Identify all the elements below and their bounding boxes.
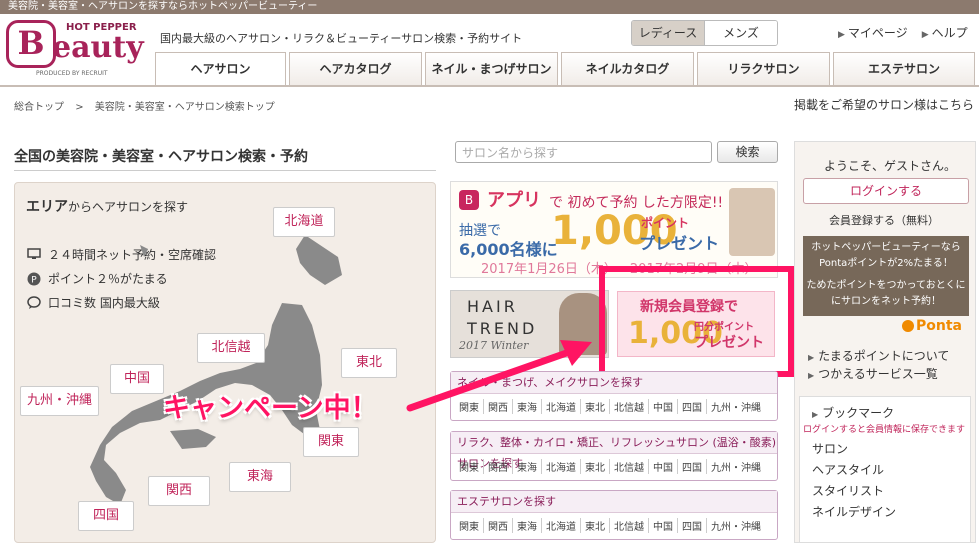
promo-photo (729, 188, 775, 256)
region-link[interactable]: 関東 (455, 518, 483, 533)
region-link[interactable]: 四国 (677, 399, 706, 414)
relax-search-box: リラク、整体・カイロ・矯正、リフレッシュサロン (温浴・酸素) サロンを探す 関… (450, 431, 778, 481)
region-link[interactable]: 中国 (648, 399, 677, 414)
bookmark-stylist-link[interactable]: スタイリスト (812, 482, 884, 499)
region-link[interactable]: 北信越 (609, 459, 648, 474)
hair-trend-l1: HAIR (467, 297, 518, 316)
page-title: 全国の美容院・美容室・ヘアサロン検索・予約 (14, 149, 308, 165)
region-kanto[interactable]: 関東 (303, 427, 359, 457)
region-shikoku[interactable]: 四国 (78, 501, 134, 531)
register-link[interactable]: 会員登録する（無料） (829, 212, 939, 228)
app-icon: B (459, 190, 479, 210)
nav-divider (0, 85, 979, 87)
esthe-region-links: 関東 関西 東海 北海道 東北 北信越 中国 四国 九州・沖縄 (451, 513, 777, 538)
region-link[interactable]: 九州・沖縄 (706, 518, 765, 533)
region-hokkaido[interactable]: 北海道 (273, 207, 335, 237)
highlight-frame (599, 266, 794, 377)
esthe-search-box: エステサロンを探す 関東 関西 東海 北海道 東北 北信越 中国 四国 九州・沖縄 (450, 490, 778, 540)
bookmark-hairstyle-link[interactable]: ヘアスタイル (812, 461, 884, 478)
welcome-text: ようこそ、ゲストさん。 (824, 159, 957, 173)
breadcrumb-separator: > (75, 102, 84, 113)
region-link[interactable]: 北信越 (609, 399, 648, 414)
gender-mens-button[interactable]: メンズ (704, 21, 777, 45)
tab-esthe-salon[interactable]: エステサロン (833, 52, 975, 85)
triangle-right-icon: ▶ (808, 353, 815, 362)
app-promo-banner[interactable]: B アプリ で 初めて予約 した方限定!! 抽選で 6,000名様に 1,000… (450, 181, 778, 278)
region-link[interactable]: 東海 (512, 518, 541, 533)
region-link[interactable]: 関西 (483, 518, 512, 533)
promo-present: プレゼント (639, 234, 720, 253)
triangle-right-icon: ▶ (921, 30, 929, 40)
region-link[interactable]: 四国 (677, 518, 706, 533)
breadcrumb: 総合トップ > 美容院・美容室・ヘアサロン検索トップ (14, 98, 275, 113)
ponta-info-box: ホットペッパービューティーなら Pontaポイントが2%たまる！ ためたポイント… (803, 236, 969, 316)
services-list-link[interactable]: ▶ つかえるサービス一覧 (808, 365, 938, 382)
ponta-text: Pontaポイントが2%たまる！ (819, 258, 953, 269)
help-link[interactable]: ▶ ヘルプ (922, 24, 968, 41)
site-tagline: 国内最大級のヘアサロン・リラク＆ビューティーサロン検索・予約サイト (160, 32, 523, 45)
ponta-text: ホットペッパービューティーなら (811, 242, 961, 253)
region-link[interactable]: 北海道 (541, 459, 580, 474)
region-link[interactable]: 四国 (677, 459, 706, 474)
salon-search-input[interactable]: サロン名から探す (455, 141, 712, 163)
promo-people: 6,000名様に (459, 240, 558, 259)
search-button[interactable]: 検索 (717, 141, 778, 163)
gender-ladies-button[interactable]: レディース (632, 21, 704, 45)
region-link[interactable]: 東海 (512, 459, 541, 474)
ponta-logo: Ponta (902, 318, 962, 334)
callout-arrow-icon (406, 340, 592, 412)
site-logo[interactable]: B HOT PEPPER eauty PRODUCED BY RECRUIT (6, 20, 146, 82)
owner-link[interactable]: 掲載をご希望のサロン様はこちら (794, 96, 974, 113)
breadcrumb-home[interactable]: 総合トップ (14, 102, 64, 113)
region-hokushinetsu[interactable]: 北信越 (197, 333, 265, 363)
header-links: ▶ マイページ ▶ ヘルプ (838, 24, 968, 41)
region-kansai[interactable]: 関西 (148, 476, 210, 506)
title-underline (14, 170, 436, 171)
tab-nail-catalog[interactable]: ネイルカタログ (561, 52, 694, 85)
region-chugoku[interactable]: 中国 (110, 364, 164, 394)
triangle-right-icon: ▶ (812, 410, 819, 419)
promo-app-label: アプリ (487, 190, 541, 211)
logo-initial: B (6, 20, 56, 68)
ponta-text: ためたポイントをつかっておとくに (806, 280, 966, 291)
breadcrumb-current[interactable]: 美容院・美容室・ヘアサロン検索トップ (95, 102, 275, 113)
region-link[interactable]: 関西 (483, 459, 512, 474)
triangle-right-icon: ▶ (808, 371, 815, 380)
main-tabs: ヘアサロン ヘアカタログ ネイル・まつげサロン ネイルカタログ リラクサロン エ… (155, 52, 975, 86)
region-tokai[interactable]: 東海 (229, 462, 291, 492)
region-link[interactable]: 北海道 (541, 518, 580, 533)
tab-hair-catalog[interactable]: ヘアカタログ (289, 52, 422, 85)
bookmark-salon-link[interactable]: サロン (812, 440, 848, 457)
region-link[interactable]: 中国 (648, 459, 677, 474)
promo-point-label: ポイント (641, 216, 690, 230)
esthe-search-title[interactable]: エステサロンを探す (451, 491, 777, 513)
region-kyushu[interactable]: 九州・沖縄 (20, 386, 99, 416)
logo-word: eauty (52, 30, 144, 65)
triangle-right-icon: ▶ (838, 30, 845, 40)
top-banner: 美容院・美容室・ヘアサロンを探すならホットペッパービューティー (0, 0, 979, 14)
bookmark-title: ▶ ブックマーク (812, 406, 895, 420)
campaign-callout: キャンペーン中！ (163, 393, 378, 424)
region-link[interactable]: 関東 (455, 459, 483, 474)
tab-nail-salon[interactable]: ネイル・まつげサロン (425, 52, 558, 85)
region-link[interactable]: 九州・沖縄 (706, 399, 765, 414)
tab-relax-salon[interactable]: リラクサロン (697, 52, 830, 85)
region-link[interactable]: 北信越 (609, 518, 648, 533)
gender-toggle[interactable]: レディース メンズ (631, 20, 778, 46)
logo-produced: PRODUCED BY RECRUIT (36, 70, 108, 77)
bookmark-nail-link[interactable]: ネイルデザイン (812, 503, 896, 520)
bookmark-note: ログインすると会員情報に保存できます (803, 425, 966, 435)
ponta-text: にサロンをネット予約！ (831, 296, 941, 307)
mypage-link[interactable]: ▶ マイページ (838, 24, 908, 41)
region-link[interactable]: 九州・沖縄 (706, 459, 765, 474)
region-link[interactable]: 東北 (580, 459, 609, 474)
region-link[interactable]: 東北 (580, 518, 609, 533)
login-button[interactable]: ログインする (803, 178, 969, 204)
relax-search-title[interactable]: リラク、整体・カイロ・矯正、リフレッシュサロン (温浴・酸素) サロンを探す (451, 432, 777, 470)
region-link[interactable]: 中国 (648, 518, 677, 533)
ponta-mascot-icon (902, 320, 914, 332)
tab-hair-salon[interactable]: ヘアサロン (155, 52, 286, 86)
points-about-link[interactable]: ▶ たまるポイントについて (808, 347, 949, 364)
region-tohoku[interactable]: 東北 (341, 348, 397, 378)
